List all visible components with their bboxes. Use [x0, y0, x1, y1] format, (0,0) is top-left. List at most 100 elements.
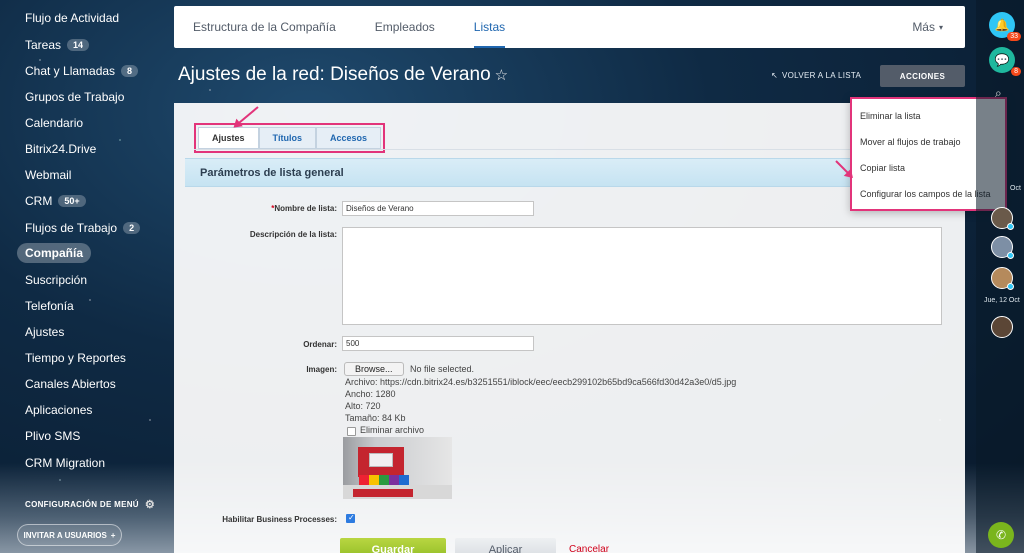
- sidebar-item[interactable]: Bitrix24.Drive: [17, 139, 104, 159]
- business-processes-label: Habilitar Business Processes:: [222, 515, 337, 524]
- tabs-divider: [194, 149, 946, 150]
- sidebar-item[interactable]: Flujos de Trabajo 2: [17, 218, 148, 238]
- plus-icon: +: [110, 530, 116, 540]
- count-badge: 8: [121, 65, 139, 77]
- sidebar-item-label: Aplicaciones: [25, 403, 93, 417]
- sidebar-item-label: Tareas: [25, 38, 62, 52]
- sidebar-item[interactable]: Suscripción: [17, 270, 95, 290]
- sidebar-item[interactable]: Tiempo y Reportes: [17, 348, 134, 368]
- actions-button[interactable]: ACCIONES: [880, 65, 965, 87]
- top-navigation: Estructura de la Compañía Empleados List…: [174, 6, 965, 48]
- tab-company-structure[interactable]: Estructura de la Compañía: [193, 6, 336, 48]
- menu-settings-label: CONFIGURACIÓN DE MENÚ: [25, 500, 139, 509]
- business-processes-checkbox[interactable]: [346, 513, 355, 523]
- sidebar-item[interactable]: Plivo SMS: [17, 426, 88, 446]
- sidebar-item[interactable]: Compañía: [17, 243, 92, 263]
- sidebar-item-label: CRM: [25, 194, 53, 208]
- more-label: Más: [912, 20, 935, 34]
- invite-users-label: INVITAR A USUARIOS: [23, 530, 107, 540]
- more-menu[interactable]: Más ▾: [912, 6, 943, 48]
- sidebar-item-label: Ajustes: [25, 325, 65, 339]
- count-badge: 50+: [58, 195, 86, 207]
- avatar[interactable]: [991, 236, 1014, 259]
- sidebar-item-label: Compañía: [25, 246, 84, 260]
- count-badge: 14: [67, 39, 90, 51]
- sidebar-item[interactable]: Calendario: [17, 113, 91, 133]
- sidebar-item-label: Webmail: [25, 168, 72, 182]
- sidebar-item-label: Canales Abiertos: [25, 377, 116, 391]
- sidebar-item-label: Grupos de Trabajo: [25, 90, 125, 104]
- menu-item-delete-list[interactable]: Eliminar la lista: [860, 111, 921, 121]
- browse-button[interactable]: Browse...: [344, 362, 404, 376]
- tab-employees[interactable]: Empleados: [375, 6, 435, 48]
- sidebar-item-label: Tiempo y Reportes: [25, 351, 126, 365]
- page-title: Ajustes de la red: Diseños de Verano ☆: [178, 64, 508, 86]
- menu-item-move-to-workflows[interactable]: Mover al flujos de trabajo: [860, 137, 961, 147]
- right-rail: 🔔 33 💬 8 ⌕ Oct Jue, 12 Oct: [976, 0, 1024, 553]
- list-name-label: *Nombre de lista:: [177, 204, 337, 213]
- sidebar-item[interactable]: Chat y Llamadas 8: [17, 61, 146, 81]
- avatar[interactable]: [991, 316, 1013, 338]
- sidebar-item[interactable]: Canales Abiertos: [17, 374, 124, 394]
- apply-button[interactable]: Aplicar: [455, 538, 556, 553]
- delete-file-checkbox[interactable]: [347, 427, 356, 436]
- chevron-down-icon: ▾: [938, 22, 943, 32]
- sort-label: Ordenar:: [303, 340, 337, 349]
- sidebar-item[interactable]: Aplicaciones: [17, 400, 100, 420]
- invite-users-button[interactable]: INVITAR A USUARIOS +: [17, 524, 122, 546]
- save-button[interactable]: Guardar: [340, 538, 446, 553]
- sidebar-item-label: CRM Migration: [25, 456, 106, 470]
- rail-date-label: Oct: [1010, 185, 1021, 192]
- cancel-link[interactable]: Cancelar: [569, 544, 609, 553]
- tab-access[interactable]: Accesos: [316, 127, 382, 149]
- sidebar-item[interactable]: CRM Migration: [17, 453, 113, 473]
- sidebar-item[interactable]: CRM 50+: [17, 191, 94, 211]
- tab-titles[interactable]: Títulos: [258, 127, 317, 149]
- menu-item-copy-list[interactable]: Copiar lista: [860, 163, 905, 173]
- page-title-text: Ajustes de la red: Diseños de Verano: [178, 64, 491, 85]
- sort-input[interactable]: [342, 336, 534, 351]
- count-badge: 2: [123, 222, 141, 234]
- back-to-list-label: VOLVER A LA LISTA: [782, 71, 862, 80]
- avatar[interactable]: [991, 207, 1014, 230]
- sidebar-item-label: Plivo SMS: [25, 429, 81, 443]
- image-height-text: Alto: 720: [345, 401, 381, 411]
- sidebar-item-label: Chat y Llamadas: [25, 64, 116, 78]
- description-textarea[interactable]: [342, 227, 942, 325]
- chat-badge: 8: [1011, 67, 1021, 76]
- notifications-button[interactable]: 🔔 33: [989, 12, 1021, 41]
- menu-settings-link[interactable]: CONFIGURACIÓN DE MENÚ ⚙: [25, 498, 155, 511]
- chat-button[interactable]: 💬 8: [989, 47, 1021, 76]
- tab-lists[interactable]: Listas: [473, 6, 506, 48]
- sidebar-item[interactable]: Ajustes: [17, 322, 72, 342]
- phone-icon[interactable]: ✆: [988, 522, 1014, 548]
- file-url-text: Archivo: https://cdn.bitrix24.es/b325155…: [345, 377, 737, 387]
- left-sidebar: Flujo de Actividad Tareas 14 Chat y Llamada…: [0, 0, 160, 553]
- tab-settings[interactable]: Ajustes: [198, 127, 259, 149]
- sidebar-item[interactable]: Tareas 14: [17, 35, 97, 55]
- sidebar-item-label: Flujo de Actividad: [25, 11, 120, 25]
- rail-date-label: Jue, 12 Oct: [984, 297, 1020, 304]
- sidebar-item[interactable]: Flujo de Actividad: [17, 8, 127, 28]
- back-to-list-link[interactable]: ↖ VOLVER A LA LISTA: [771, 71, 861, 80]
- sidebar-item[interactable]: Webmail: [17, 165, 79, 185]
- description-label: Descripción de la lista:: [249, 230, 337, 239]
- sidebar-item-label: Telefonía: [25, 299, 74, 313]
- no-file-text: No file selected.: [410, 364, 475, 374]
- sidebar-item-label: Bitrix24.Drive: [25, 142, 97, 156]
- sidebar-item-label: Calendario: [25, 116, 84, 130]
- image-label: Imagen:: [306, 365, 337, 374]
- gear-icon[interactable]: ⚙: [145, 498, 155, 511]
- favorite-star-icon[interactable]: ☆: [495, 67, 508, 84]
- sidebar-item-label: Suscripción: [25, 273, 88, 287]
- sidebar-item[interactable]: Telefonía: [17, 296, 82, 316]
- image-thumbnail: [343, 437, 452, 499]
- menu-item-configure-fields[interactable]: Configurar los campos de la lista: [860, 189, 991, 199]
- chat-icon: 💬: [994, 53, 1010, 67]
- search-icon[interactable]: ⌕: [995, 86, 1002, 101]
- list-name-input[interactable]: [342, 201, 534, 216]
- sidebar-item[interactable]: Grupos de Trabajo: [17, 87, 132, 107]
- arrow-back-icon: ↖: [771, 71, 779, 80]
- avatar[interactable]: [991, 267, 1014, 290]
- notifications-badge: 33: [1007, 32, 1021, 41]
